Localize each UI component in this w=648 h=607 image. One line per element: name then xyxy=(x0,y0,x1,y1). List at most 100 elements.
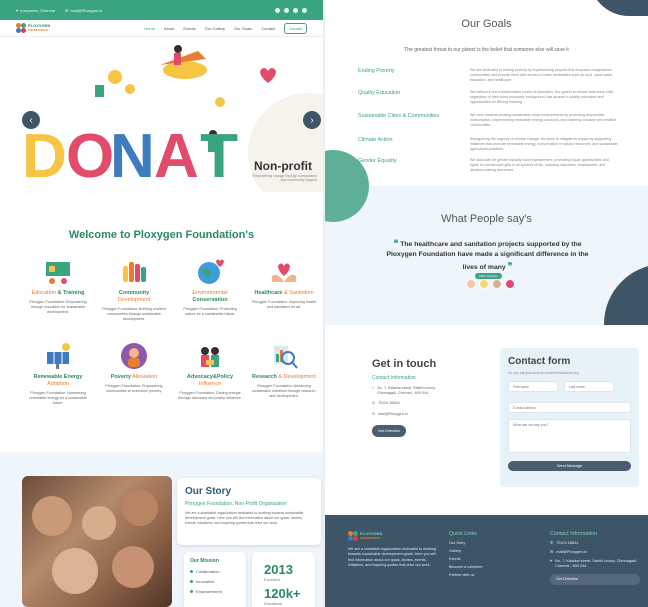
footer-email[interactable]: ✉ mail@Ploxygen.in xyxy=(550,550,640,555)
social-links xyxy=(275,7,307,13)
poverty-icon xyxy=(120,342,148,370)
footer-link[interactable]: Become a volunteer xyxy=(449,565,483,569)
hero-title: Non-profit xyxy=(254,159,312,173)
feature-poverty[interactable]: Poverty Alleviation Ploxygen Foundation:… xyxy=(102,342,166,394)
contact-phone[interactable]: ✆ 70103 28834 xyxy=(372,401,452,406)
nav-menu: Home About Events Our Gallery Our Goals … xyxy=(144,22,307,34)
nav-goals[interactable]: Our Goals xyxy=(234,26,252,31)
goal-name: Ending Poverty xyxy=(358,68,395,74)
feature-renewable[interactable]: Renewable Energy Adoption Ploxygen Found… xyxy=(26,342,90,406)
carousel-prev-button[interactable]: ‹ xyxy=(22,111,40,129)
goal-item: Climate Action Recognizing the urgency of… xyxy=(358,137,638,152)
topbar-address: ⌖ Ipoxyreen, Chennai xyxy=(16,8,55,13)
feature-environment[interactable]: Environmental Conservation Ploxygen Foun… xyxy=(178,258,242,317)
quote-open-icon: ❝ xyxy=(393,238,399,248)
facebook-icon[interactable] xyxy=(275,7,280,13)
feature-environment-title-b: Conservation xyxy=(192,297,228,304)
goal-description: We believe in the transformative power o… xyxy=(470,90,615,105)
feature-research[interactable]: Research & Development Ploxygen Foundati… xyxy=(252,342,316,399)
topbar-email-text: mail@Ploxygen.in xyxy=(70,7,103,13)
stat-founded-label: Founded xyxy=(264,577,280,582)
mail-icon: ✉ xyxy=(372,411,376,416)
testimonial-title: What People say's xyxy=(441,213,532,225)
heart-hands-icon xyxy=(270,258,298,286)
avatar[interactable] xyxy=(479,279,489,289)
goals-intro: The greatest threat to our planet is the… xyxy=(404,47,569,53)
footer-email-text: mail@Ploxygen.in xyxy=(556,550,587,555)
feature-poverty-desc: Ploxygen Foundation: Empowering communit… xyxy=(105,384,163,394)
footer-phone-text: 70103 28834 xyxy=(556,541,579,545)
last-name-field[interactable]: Last name xyxy=(564,381,614,392)
goal-item: Sustainable Cities & Communities We work … xyxy=(358,113,638,128)
feature-healthcare[interactable]: Healthcare & Sanitation Ploxygen Foundat… xyxy=(252,258,316,310)
first-name-field[interactable]: First name xyxy=(508,381,558,392)
footer-address: ⌖ No. 7, Kalaikal street, Sakthi colony, … xyxy=(550,559,640,569)
location-icon: ⌖ xyxy=(550,559,553,564)
letter-a: A xyxy=(154,122,199,191)
send-message-button[interactable]: Send Message xyxy=(508,461,631,471)
feature-advocacy[interactable]: Advocacy&Policy Influence Ploxygen Found… xyxy=(178,342,242,401)
logo-icon xyxy=(16,23,26,33)
contact-form-note: Or, you can just send an email infoatchi… xyxy=(508,371,579,375)
stat-donations-number: 120k+ xyxy=(264,586,301,601)
donate-button[interactable]: Donate xyxy=(284,22,307,34)
footer-contact-title: Contact Information xyxy=(550,531,598,537)
feature-advocacy-title-b: Influence xyxy=(198,381,222,388)
avatar[interactable] xyxy=(505,279,515,289)
message-field[interactable]: What can we help you? xyxy=(508,419,631,453)
footer-logo-bottom: FOUNDATION xyxy=(360,535,380,540)
feature-advocacy-desc: Ploxygen Foundation: Driving change thro… xyxy=(178,391,242,401)
nav-about[interactable]: About xyxy=(164,26,174,31)
youtube-icon[interactable] xyxy=(302,7,307,13)
footer-logo[interactable]: PLOXYGEN FOUNDATION xyxy=(348,531,382,541)
instagram-icon[interactable] xyxy=(293,7,298,13)
mail-icon: ✉ xyxy=(550,550,554,555)
nav-contact[interactable]: Contact xyxy=(261,26,275,31)
nav-home[interactable]: Home xyxy=(144,26,155,31)
avatar[interactable] xyxy=(466,279,476,289)
feature-environment-desc: Ploxygen Foundation: Protecting nature f… xyxy=(183,307,237,317)
quick-links-title: Quick Links xyxy=(449,531,477,537)
feature-education[interactable]: Education & Training Ploxygen Foundation… xyxy=(26,258,90,315)
feature-healthcare-desc: Ploxygen Foundation: Improving health an… xyxy=(252,300,316,310)
letter-o: O xyxy=(66,122,115,191)
feature-renewable-title-a: Renewable Energy xyxy=(33,374,83,380)
footer-link[interactable]: Events xyxy=(449,557,483,561)
contact-email[interactable]: ✉ mail@Ploxygen.in xyxy=(372,412,452,417)
contact-form: Contact form Or, you can just send an em… xyxy=(500,348,639,487)
children-photo xyxy=(22,476,172,607)
nav-events[interactable]: Events xyxy=(183,26,195,31)
chevron-right-icon: › xyxy=(310,114,314,126)
feature-healthcare-title-b: & Sanitation xyxy=(282,290,314,296)
footer-phone[interactable]: ✆ 70103 28834 xyxy=(550,541,640,546)
our-story-text: We are a charitable organization dedicat… xyxy=(185,511,304,526)
email-field[interactable]: E-mail Address xyxy=(508,402,631,413)
footer-link[interactable]: Our Story xyxy=(449,541,483,545)
goal-item: Quality Education We believe in the trans… xyxy=(358,90,638,105)
stats-card: 2013 Founded 120k+ Donations xyxy=(252,552,315,607)
carousel-next-button[interactable]: › xyxy=(303,111,321,129)
footer-link[interactable]: Gallery xyxy=(449,549,483,553)
feature-renewable-title-b: Adoption xyxy=(47,381,69,388)
mission-card: Our Mission Collaboration Innovation Emp… xyxy=(184,552,246,607)
nav-gallery[interactable]: Our Gallery xyxy=(205,26,225,31)
feature-community[interactable]: Community Development Ploxygen Foundatio… xyxy=(102,258,166,322)
footer-link[interactable]: Partner with us xyxy=(449,573,483,577)
avatar[interactable] xyxy=(492,279,502,289)
education-icon xyxy=(44,258,72,286)
quote-text: The healthcare and sanitation projects s… xyxy=(386,241,589,271)
feature-poverty-title-b: Alleviation xyxy=(130,374,158,380)
research-magnifier-icon xyxy=(270,342,298,370)
feature-research-title-a: Research xyxy=(252,374,277,380)
topbar-email[interactable]: ✉ mail@Ploxygen.in xyxy=(65,8,102,13)
footer-direction-button[interactable]: Get Direction xyxy=(550,573,640,585)
stat-donations-label: Donations xyxy=(264,601,283,606)
footer-logo-text: PLOXYGEN FOUNDATION xyxy=(360,531,382,540)
hero-subtitle: Empowering change through compassion and… xyxy=(252,174,317,182)
goal-name: Climate Action xyxy=(358,137,393,143)
site-logo[interactable]: PLOXYGEN FOUNDATION xyxy=(16,23,50,33)
get-direction-button[interactable]: Get Direction xyxy=(372,424,407,437)
twitter-icon[interactable] xyxy=(284,7,289,13)
contact-email-text: mail@Ploxygen.in xyxy=(378,411,408,416)
footer-quick-links: Quick Links Our Story Gallery Events Bec… xyxy=(449,531,483,577)
